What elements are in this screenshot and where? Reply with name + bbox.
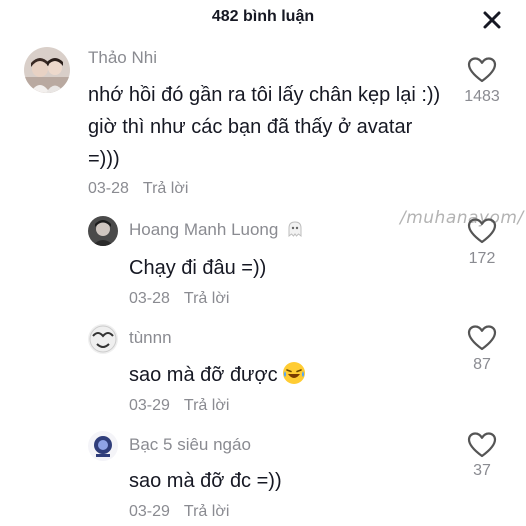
comment-text: Chạy đi đâu =)): [129, 257, 267, 279]
reply-button[interactable]: Trả lời: [184, 503, 229, 520]
avatar[interactable]: [88, 431, 118, 461]
comment-meta: 03-29 Trả lời: [129, 503, 229, 521]
like-count: 87: [473, 356, 491, 373]
comments-count-title: 482 bình luận: [211, 8, 315, 25]
reply-button[interactable]: Trả lời: [143, 180, 188, 197]
reply-username[interactable]: tùnnn: [129, 328, 172, 348]
heart-icon[interactable]: [467, 217, 497, 245]
reply-username[interactable]: Bạc 5 siêu ngáo: [129, 435, 251, 455]
comment-date: 03-28: [88, 180, 129, 197]
comment-date: 03-28: [129, 290, 170, 307]
comment-date: 03-29: [129, 503, 170, 520]
close-icon[interactable]: [478, 6, 506, 34]
reply-button[interactable]: Trả lời: [184, 397, 229, 414]
comment-meta: 03-28 Trả lời: [129, 290, 229, 308]
comment-text-content: sao mà đỡ được: [129, 364, 278, 386]
reply-username[interactable]: Hoang Manh Luong: [129, 220, 304, 240]
reply-button[interactable]: Trả lời: [184, 290, 229, 307]
like-count: 172: [468, 250, 496, 267]
comment-text: sao mà đỡ đc =)): [129, 470, 282, 492]
reply-username-text: Hoang Manh Luong: [129, 220, 279, 239]
watermark-text: /muhanayom/: [400, 208, 524, 228]
ghost-icon: [288, 221, 302, 238]
comment-text: sao mà đỡ được: [129, 359, 306, 391]
avatar[interactable]: [88, 324, 118, 354]
avatar[interactable]: [88, 216, 118, 246]
comment-date: 03-29: [129, 397, 170, 414]
comment-meta: 03-29 Trả lời: [129, 397, 229, 415]
comment-meta: 03-28 Trả lời: [88, 180, 188, 198]
like-count: 1483: [464, 88, 500, 105]
comment-text: nhớ hồi đó gần ra tôi lấy chân kẹp lại :…: [88, 84, 441, 170]
laughing-emoji-icon: [282, 362, 305, 384]
comment-username[interactable]: Thảo Nhi: [88, 48, 157, 68]
avatar[interactable]: [24, 47, 70, 93]
like-count: 37: [473, 462, 491, 479]
heart-icon[interactable]: [467, 56, 497, 84]
heart-icon[interactable]: [467, 324, 497, 352]
heart-icon[interactable]: [467, 431, 497, 459]
